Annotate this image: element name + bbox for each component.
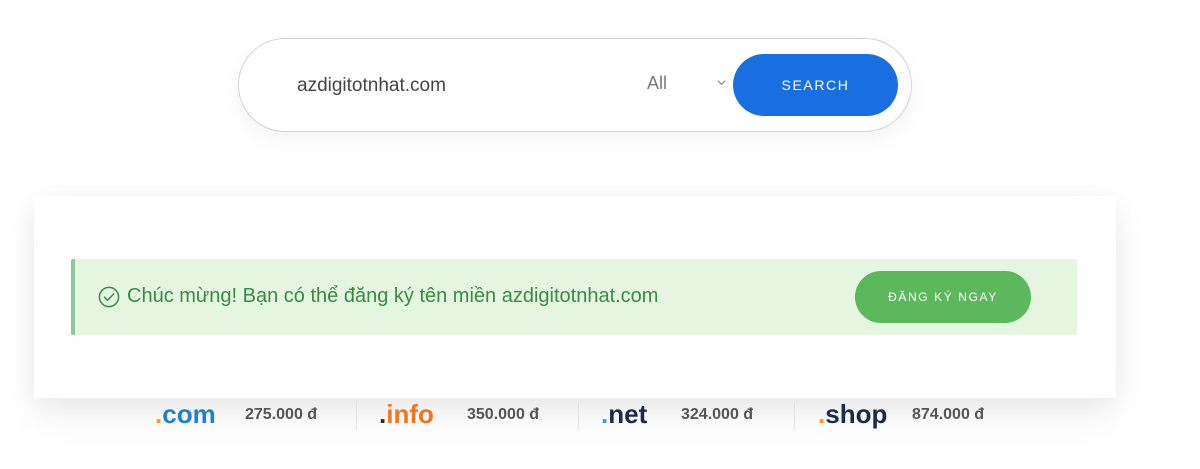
divider bbox=[356, 402, 357, 430]
tld-price-value: 350.000 đ bbox=[467, 406, 540, 423]
domain-search-bar: All SEARCH bbox=[238, 38, 912, 132]
tld-select-value: All bbox=[647, 73, 668, 93]
chevron-down-icon bbox=[717, 80, 726, 86]
tld-logo-shop: .shop bbox=[818, 399, 888, 429]
tld-logo-com: .com bbox=[155, 399, 216, 429]
tld-price-value: 275.000 đ bbox=[245, 406, 318, 423]
domain-search-input[interactable] bbox=[297, 69, 627, 103]
search-result-panel: Chúc mừng! Bạn có thể đăng ký tên miền a… bbox=[34, 196, 1116, 398]
tld-pricing-list: .com 275.000 đ .info 350.000 đ .net 324.… bbox=[0, 398, 1200, 434]
tld-price-value: 324.000 đ bbox=[681, 406, 754, 423]
tld-logo-net: .net bbox=[601, 399, 648, 429]
divider bbox=[794, 402, 795, 430]
register-now-button[interactable]: ĐĂNG KÝ NGAY bbox=[855, 271, 1031, 323]
check-circle-icon bbox=[98, 286, 120, 308]
availability-alert: Chúc mừng! Bạn có thể đăng ký tên miền a… bbox=[71, 259, 1077, 335]
tld-price-value: 874.000 đ bbox=[912, 406, 985, 423]
divider bbox=[578, 402, 579, 430]
tld-select[interactable]: All bbox=[647, 69, 737, 103]
tld-logo-info: .info bbox=[379, 399, 434, 429]
availability-message: Chúc mừng! Bạn có thể đăng ký tên miền a… bbox=[127, 285, 659, 307]
search-button[interactable]: SEARCH bbox=[733, 54, 898, 116]
